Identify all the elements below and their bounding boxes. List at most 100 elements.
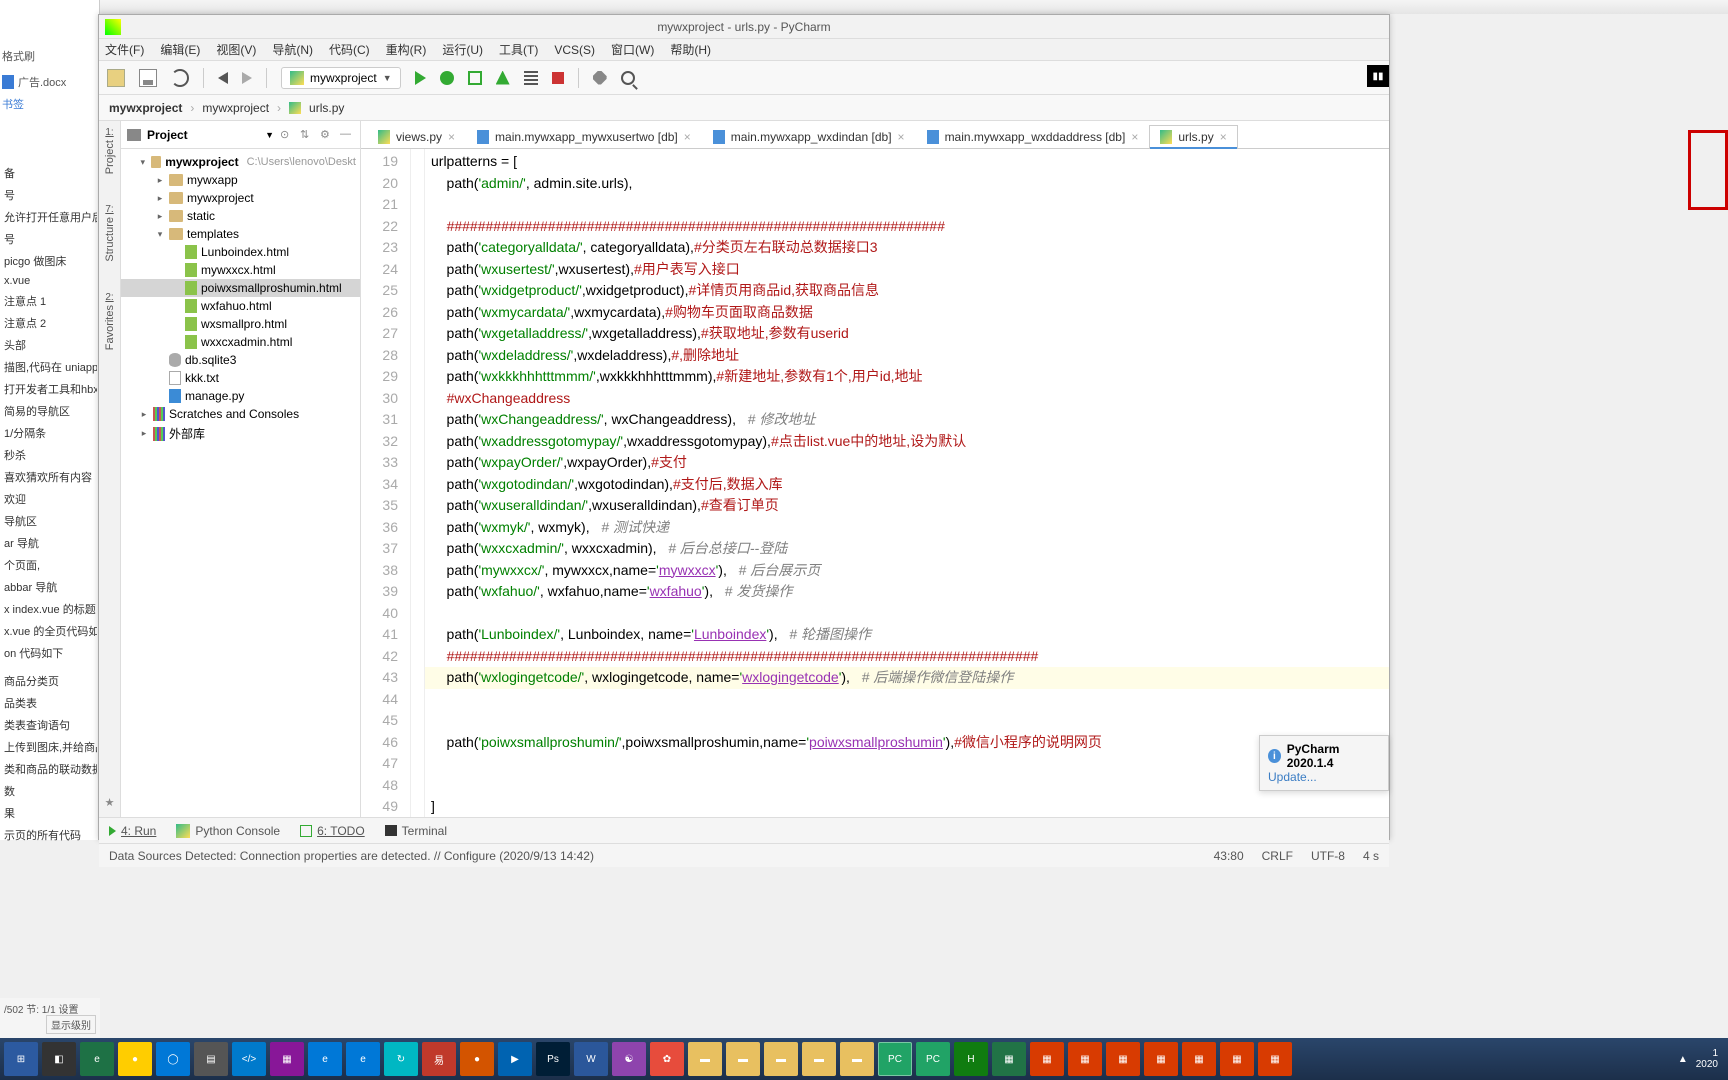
run-config-dropdown[interactable]: mywxproject ▼ xyxy=(281,67,401,89)
word-outline-item[interactable]: 导航区 xyxy=(2,510,97,532)
editor-tab[interactable]: urls.py× xyxy=(1149,125,1237,148)
code-line[interactable]: path('wxChangeaddress/', wxChangeaddress… xyxy=(431,409,1389,431)
taskbar-item[interactable]: PC xyxy=(878,1042,912,1076)
expand-icon[interactable]: ▸ xyxy=(139,409,149,420)
word-outline-item[interactable]: 商品分类页 xyxy=(2,670,97,692)
editor-tab[interactable]: main.mywxapp_mywxusertwo [db]× xyxy=(466,125,702,148)
back-icon[interactable] xyxy=(218,72,228,84)
taskbar-item[interactable]: ● xyxy=(460,1042,494,1076)
menu-item[interactable]: 重构(R) xyxy=(386,41,427,58)
word-outline-item[interactable]: 1/分隔条 xyxy=(2,422,97,444)
word-outline-item[interactable]: 果 xyxy=(2,802,97,824)
project-tree[interactable]: ▾mywxprojectC:\Users\lenovo\Deskt▸mywxap… xyxy=(121,149,360,448)
word-outline-item[interactable]: 描图,代码在 uniapp 东 xyxy=(2,356,97,378)
code-line[interactable] xyxy=(431,194,1389,216)
code-line[interactable]: path('wxgetalladdress/',wxgetalladdress)… xyxy=(431,323,1389,345)
code-line[interactable]: #wxChangeaddress xyxy=(431,388,1389,410)
select-opened-icon[interactable]: ⊙ xyxy=(280,128,294,142)
word-outline-item[interactable]: 头部 xyxy=(2,334,97,356)
code-editor[interactable]: 1920212223242526272829303132333435363738… xyxy=(361,149,1389,817)
tree-item[interactable]: kkk.txt xyxy=(121,369,360,387)
word-outline-item[interactable]: 上传到图床,并给商品添 xyxy=(2,736,97,758)
word-outline-item[interactable]: x.vue xyxy=(2,272,97,290)
taskbar-item[interactable]: ▬ xyxy=(688,1042,722,1076)
coverage-icon[interactable] xyxy=(468,71,482,85)
taskbar-item[interactable]: ▦ xyxy=(1068,1042,1102,1076)
tree-item[interactable]: ▾mywxprojectC:\Users\lenovo\Deskt xyxy=(121,153,360,171)
tree-item[interactable]: Lunboindex.html xyxy=(121,243,360,261)
hide-icon[interactable]: — xyxy=(340,128,354,142)
word-outline-item[interactable]: 号 xyxy=(2,228,97,250)
code-line[interactable]: path('Lunboindex/', Lunboindex, name='Lu… xyxy=(431,624,1389,646)
tree-item[interactable]: wxfahuo.html xyxy=(121,297,360,315)
menu-item[interactable]: 帮助(H) xyxy=(670,41,711,58)
close-icon[interactable]: × xyxy=(1220,130,1227,144)
code-content[interactable]: urlpatterns = [ path('admin/', admin.sit… xyxy=(425,149,1389,817)
code-line[interactable]: ########################################… xyxy=(431,216,1389,238)
taskbar-item[interactable]: ✿ xyxy=(650,1042,684,1076)
taskbar-item[interactable]: ▬ xyxy=(764,1042,798,1076)
editor-tab[interactable]: main.mywxapp_wxddaddress [db]× xyxy=(916,125,1150,148)
word-outline-item[interactable]: 数 xyxy=(2,780,97,802)
expand-all-icon[interactable]: ⇅ xyxy=(300,128,314,142)
word-outline-item[interactable]: 品类表 xyxy=(2,692,97,714)
tree-item[interactable]: ▸mywxproject xyxy=(121,189,360,207)
menu-item[interactable]: 导航(N) xyxy=(272,41,313,58)
word-outline-item[interactable]: 备 xyxy=(2,162,97,184)
code-line[interactable]: path('wxmyk/', wxmyk), # 测试快递 xyxy=(431,517,1389,539)
clock[interactable]: 12020 xyxy=(1696,1048,1718,1070)
word-outline-item[interactable]: x index.vue 的标题 xyxy=(2,598,97,620)
taskbar-item[interactable]: ▦ xyxy=(1106,1042,1140,1076)
fold-column[interactable] xyxy=(411,149,425,817)
word-outline-item[interactable]: picgo 做图床 xyxy=(2,250,97,272)
code-line[interactable]: path('wxlogingetcode/', wxlogingetcode, … xyxy=(425,667,1389,689)
taskbar-item[interactable]: ▦ xyxy=(992,1042,1026,1076)
attach-icon[interactable] xyxy=(524,71,538,85)
taskbar-item[interactable]: ▦ xyxy=(1258,1042,1292,1076)
word-outline-item[interactable]: 简易的导航区 xyxy=(2,400,97,422)
taskbar-item[interactable]: e xyxy=(308,1042,342,1076)
editor-tabs[interactable]: views.py×main.mywxapp_mywxusertwo [db]×m… xyxy=(361,121,1389,149)
save-icon[interactable] xyxy=(139,69,157,87)
taskbar-item[interactable]: ▦ xyxy=(1144,1042,1178,1076)
word-outline-item[interactable]: 欢迎 xyxy=(2,488,97,510)
taskbar-item[interactable]: e xyxy=(346,1042,380,1076)
code-line[interactable]: path('mywxxcx/', mywxxcx,name='mywxxcx')… xyxy=(431,560,1389,582)
bookmark-label[interactable]: 书签 xyxy=(2,96,97,112)
code-line[interactable]: path('poiwxsmallproshumin/',poiwxsmallpr… xyxy=(431,732,1389,754)
word-outline-item[interactable]: 类表查询语句 xyxy=(2,714,97,736)
gear-icon[interactable]: ⚙ xyxy=(320,128,334,142)
code-line[interactable] xyxy=(431,603,1389,625)
tree-item[interactable]: ▸mywxapp xyxy=(121,171,360,189)
tool-strip-tab[interactable]: Favorites xyxy=(104,305,116,350)
code-line[interactable]: path('wxpayOrder/',wxpayOrder),#支付 xyxy=(431,452,1389,474)
code-line[interactable]: path('wxmycardata/',wxmycardata),#购物车页面取… xyxy=(431,302,1389,324)
breadcrumb-item[interactable]: urls.py xyxy=(309,101,344,115)
tree-item[interactable]: db.sqlite3 xyxy=(121,351,360,369)
word-outline-item[interactable]: 个页面, xyxy=(2,554,97,576)
expand-icon[interactable]: ▾ xyxy=(139,157,147,168)
breadcrumb-item[interactable]: mywxproject xyxy=(202,101,269,115)
expand-icon[interactable]: ▸ xyxy=(155,211,165,222)
close-icon[interactable]: × xyxy=(1131,130,1138,144)
expand-icon[interactable]: ▸ xyxy=(139,428,149,439)
tree-item[interactable]: wxxcxadmin.html xyxy=(121,333,360,351)
word-outline-item[interactable]: 秒杀 xyxy=(2,444,97,466)
run-icon[interactable] xyxy=(415,71,426,85)
tree-item[interactable]: ▸static xyxy=(121,207,360,225)
tree-item[interactable]: ▾templates xyxy=(121,225,360,243)
breadcrumb-item[interactable]: mywxproject xyxy=(109,101,182,115)
taskbar-item[interactable]: ◯ xyxy=(156,1042,190,1076)
taskbar-item[interactable]: ● xyxy=(118,1042,152,1076)
taskbar-item[interactable]: </> xyxy=(232,1042,266,1076)
menu-item[interactable]: 工具(T) xyxy=(499,41,538,58)
bottom-tool-bar[interactable]: 4: Run Python Console 6: TODO Terminal xyxy=(99,817,1389,843)
word-outline-item[interactable]: 注意点 2 xyxy=(2,312,97,334)
taskbar-item[interactable]: ⊞ xyxy=(4,1042,38,1076)
profile-icon[interactable] xyxy=(496,71,510,85)
code-line[interactable]: path('wxaddressgotomypay/',wxaddressgoto… xyxy=(431,431,1389,453)
python-console-tab[interactable]: Python Console xyxy=(176,824,280,838)
code-line[interactable]: path('categoryalldata/', categoryalldata… xyxy=(431,237,1389,259)
code-line[interactable]: urlpatterns = [ xyxy=(431,151,1389,173)
word-outline-item[interactable]: 类和商品的联动数据接 xyxy=(2,758,97,780)
